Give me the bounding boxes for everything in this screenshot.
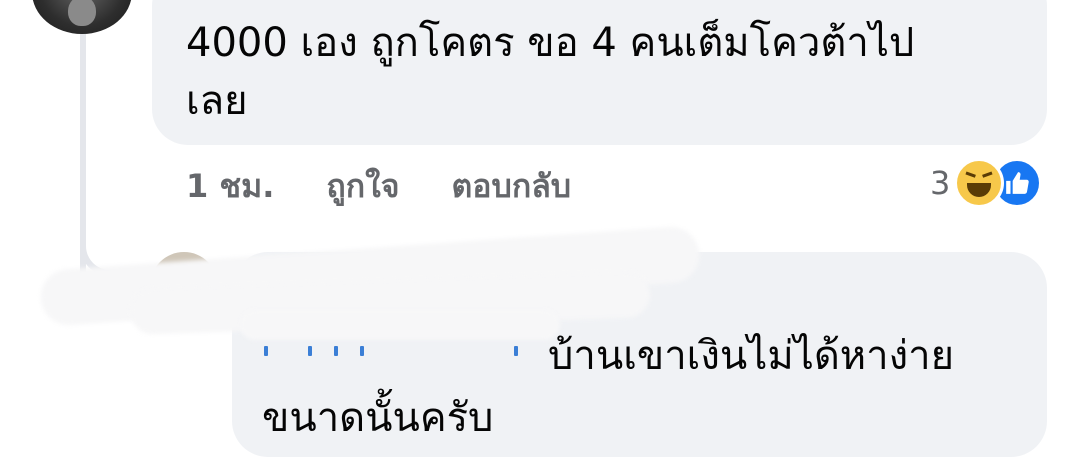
reply-text-line-1: บ้านเขาเงินไม่ได้หาง่าย [548,333,955,379]
commenter-avatar[interactable] [32,0,132,34]
comment-timestamp[interactable]: 1 ชม. [186,161,274,212]
haha-icon [954,158,1005,208]
comment-text-line-1: 4000 เอง ถูกโคตร ขอ 4 คนเต็มโควต้าไป [186,20,915,66]
tagged-name-link[interactable] [264,346,534,356]
redaction-overlay [240,310,560,340]
like-button[interactable]: ถูกใจ [326,161,399,212]
reaction-summary[interactable]: 3 [930,158,1043,208]
avatar-face [68,0,96,26]
comment-actions: 1 ชม. ถูกใจ ตอบกลับ [186,163,571,209]
reply-button[interactable]: ตอบกลับ [452,161,572,212]
reaction-count: 3 [930,164,951,202]
comment-text-line-2: เลย [186,78,248,124]
reply-text-line-2: ขนาดนั้นครับ [262,395,494,441]
comment-text: 4000 เอง ถูกโคตร ขอ 4 คนเต็มโควต้าไป เลย [186,14,986,130]
